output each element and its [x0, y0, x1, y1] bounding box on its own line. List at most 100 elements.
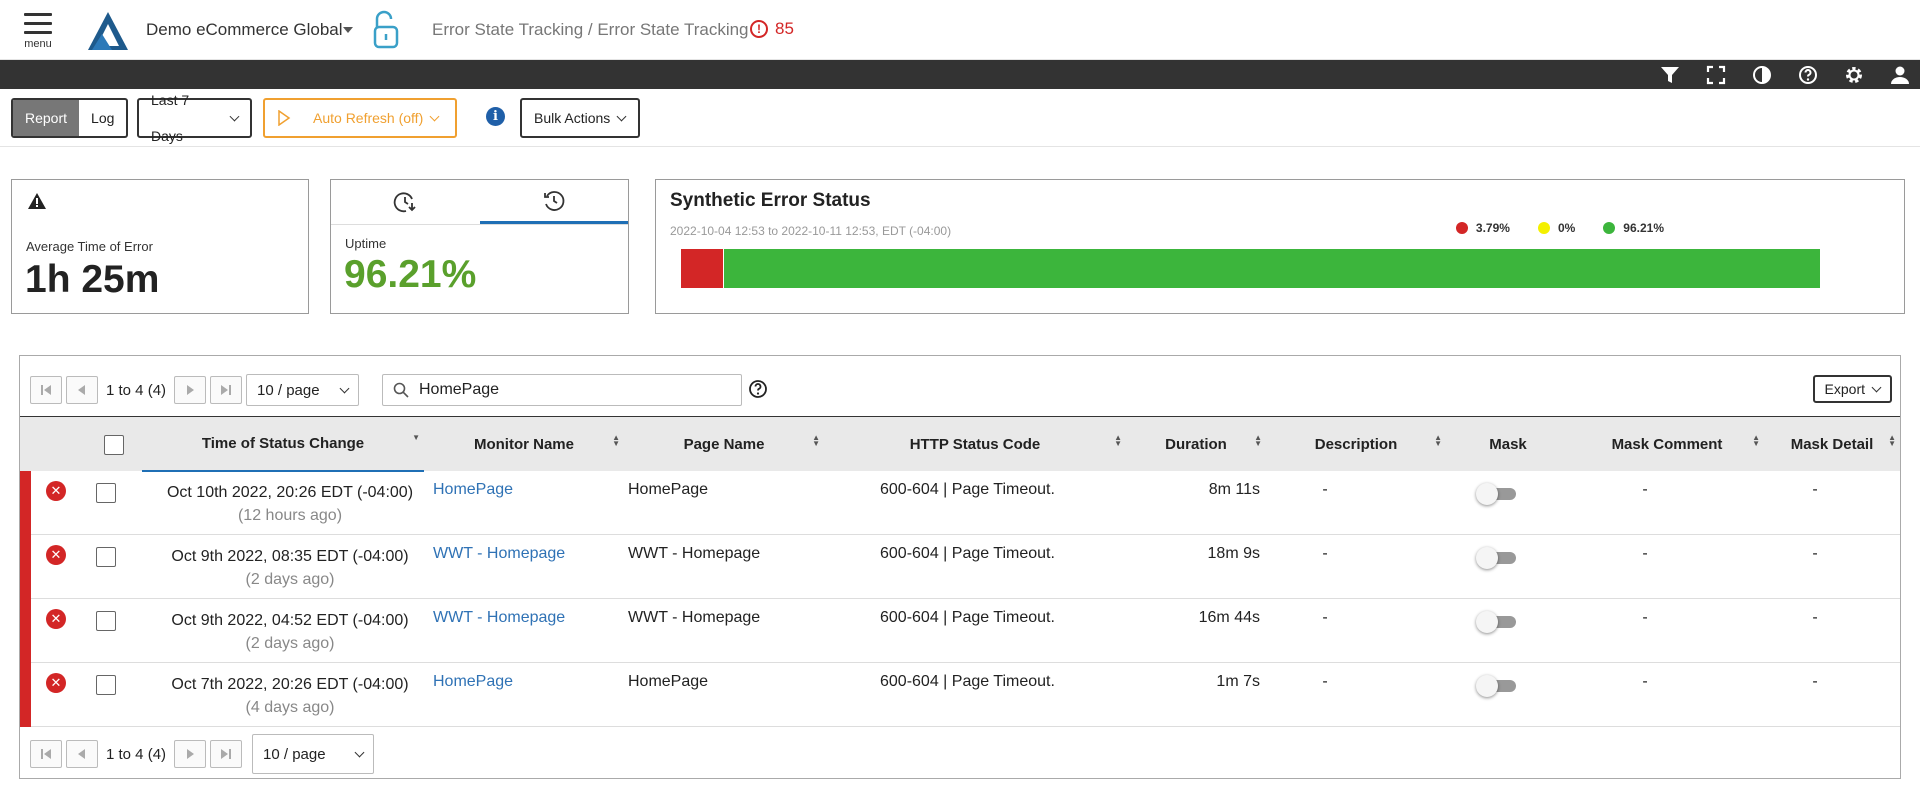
error-status-bar	[20, 471, 31, 535]
sort-icon: ▲ ▼	[1888, 433, 1896, 448]
table-row[interactable]: ✕ Oct 9th 2022, 08:35 EDT (-04:00) (2 days…	[20, 535, 1900, 599]
user-icon[interactable]	[1890, 65, 1910, 85]
utility-toolbar	[0, 60, 1920, 89]
error-x-icon: ✕	[46, 609, 66, 629]
last-page-button[interactable]	[210, 376, 243, 404]
last-page-button[interactable]	[210, 740, 243, 768]
next-page-button[interactable]	[174, 740, 207, 768]
column-header-mask-detail[interactable]: Mask Detail ▲ ▼	[1764, 417, 1900, 472]
mask-toggle[interactable]	[1476, 611, 1516, 633]
first-page-button[interactable]	[30, 740, 62, 768]
column-header-http[interactable]: HTTP Status Code ▲ ▼	[824, 417, 1126, 472]
page-name: HomePage	[628, 673, 709, 690]
search-help-icon[interactable]	[748, 379, 768, 399]
chevron-down-icon[interactable]	[343, 27, 353, 33]
first-page-button[interactable]	[30, 376, 62, 404]
uptime-label: Uptime	[345, 236, 387, 251]
prev-page-button[interactable]	[66, 740, 98, 768]
contrast-icon[interactable]	[1752, 65, 1772, 85]
mask-toggle[interactable]	[1476, 483, 1516, 505]
column-header-time[interactable]: Time of Status Change ▼	[142, 417, 424, 472]
synthetic-status-range: 2022-10-04 12:53 to 2022-10-11 12:53, ED…	[670, 224, 952, 238]
table-row[interactable]: ✕ Oct 7th 2022, 20:26 EDT (-04:00) (4 days…	[20, 663, 1900, 727]
menu-button[interactable]: menu	[22, 13, 54, 50]
row-checkbox[interactable]	[96, 611, 116, 631]
search-input[interactable]: HomePage	[382, 374, 742, 406]
auto-refresh-dropdown[interactable]: Auto Refresh (off)	[263, 98, 457, 138]
top-header: menu Demo eCommerce Global Error State T…	[0, 0, 1920, 60]
http-status-code: 600-604 | Page Timeout.	[880, 673, 1055, 690]
http-status-code: 600-604 | Page Timeout.	[880, 545, 1055, 562]
error-x-icon: ✕	[46, 673, 66, 693]
hamburger-icon	[24, 13, 52, 16]
select-all-checkbox[interactable]	[104, 435, 124, 455]
synthetic-error-status-card: Synthetic Error Status 2022-10-04 12:53 …	[655, 179, 1905, 314]
search-icon	[393, 382, 409, 398]
mask-toggle[interactable]	[1476, 547, 1516, 569]
relative-time: (12 hours ago)	[237, 507, 343, 524]
monitor-name-link[interactable]: HomePage	[433, 673, 513, 691]
legend-item: 0%	[1537, 221, 1575, 235]
legend-label: 96.21%	[1623, 221, 1664, 235]
play-icon	[278, 110, 291, 126]
error-count: 85	[775, 19, 794, 38]
column-header-label: Mask Comment	[1611, 436, 1723, 453]
table-header: Time of Status Change ▼ Monitor Name ▲ ▼ …	[20, 416, 1900, 472]
prev-page-button[interactable]	[66, 376, 98, 404]
page-name: WWT - Homepage	[628, 609, 761, 626]
filter-icon[interactable]	[1660, 65, 1680, 85]
error-table-panel: 1 to 4 (4) 10 / page HomePage Export Tim…	[19, 355, 1901, 779]
org-selector[interactable]: Demo eCommerce Global	[146, 20, 343, 40]
view-log-button[interactable]: Log	[79, 100, 126, 136]
column-header-page[interactable]: Page Name ▲ ▼	[624, 417, 824, 472]
time-cell: Oct 9th 2022, 08:35 EDT (-04:00) (2 days …	[140, 545, 440, 591]
status-bar-segment[interactable]	[724, 249, 1820, 288]
fullscreen-icon[interactable]	[1706, 65, 1726, 85]
view-report-button[interactable]: Report	[13, 100, 80, 136]
bulk-actions-label: Bulk Actions	[534, 110, 611, 126]
row-checkbox[interactable]	[96, 675, 116, 695]
mask-toggle[interactable]	[1476, 675, 1516, 697]
clock-down-icon	[394, 192, 416, 213]
row-checkbox[interactable]	[96, 483, 116, 503]
hamburger-icon-bar	[24, 31, 52, 34]
hamburger-icon-bar	[24, 22, 52, 25]
duration: 18m 9s	[1207, 545, 1260, 562]
duration: 16m 44s	[1198, 609, 1260, 626]
column-header-monitor[interactable]: Monitor Name ▲ ▼	[424, 417, 624, 472]
per-page-select[interactable]: 10 / page	[246, 374, 360, 406]
table-row[interactable]: ✕ Oct 9th 2022, 04:52 EDT (-04:00) (2 days…	[20, 599, 1900, 663]
error-x-icon: ✕	[46, 545, 66, 565]
column-header-duration[interactable]: Duration ▲ ▼	[1126, 417, 1266, 472]
brand-logo[interactable]	[88, 12, 128, 50]
alert-circle-icon: !	[750, 20, 768, 38]
page-name: HomePage	[628, 481, 709, 498]
sort-icon: ▲ ▼	[1434, 433, 1442, 448]
row-checkbox[interactable]	[96, 547, 116, 567]
help-icon[interactable]	[1798, 65, 1818, 85]
table-row[interactable]: ✕ Oct 10th 2022, 20:26 EDT (-04:00) (12 ho…	[20, 471, 1900, 535]
toggle-knob	[1476, 547, 1498, 569]
next-page-button[interactable]	[174, 376, 207, 404]
per-page-select[interactable]: 10 / page	[252, 734, 375, 774]
monitor-name-link[interactable]: HomePage	[433, 481, 513, 499]
breadcrumb[interactable]: Error State Tracking / Error State Track…	[432, 20, 749, 40]
info-icon[interactable]: i	[486, 107, 505, 126]
per-page-value: 10 / page	[257, 381, 320, 399]
tab-time-down[interactable]	[331, 180, 480, 224]
gear-icon[interactable]	[1844, 65, 1864, 85]
legend-dot-icon	[1603, 222, 1616, 234]
monitor-name-link[interactable]: WWT - Homepage	[433, 609, 565, 627]
bulk-actions-dropdown[interactable]: Bulk Actions	[520, 98, 640, 138]
monitor-name-link[interactable]: WWT - Homepage	[433, 545, 565, 563]
export-dropdown[interactable]: Export	[1812, 375, 1892, 403]
error-count-badge[interactable]: ! 85	[750, 19, 794, 39]
column-header-description[interactable]: Description ▲ ▼	[1266, 417, 1446, 472]
status-bar-segment[interactable]	[681, 249, 725, 288]
error-status-bar	[20, 663, 31, 727]
time-range-dropdown[interactable]: Last 7 Days	[137, 92, 252, 144]
tab-history[interactable]	[479, 180, 628, 224]
view-toggle: Report Log	[11, 98, 129, 138]
unlock-icon[interactable]	[372, 10, 400, 50]
column-header-mask-comment[interactable]: Mask Comment ▲ ▼	[1570, 417, 1764, 472]
